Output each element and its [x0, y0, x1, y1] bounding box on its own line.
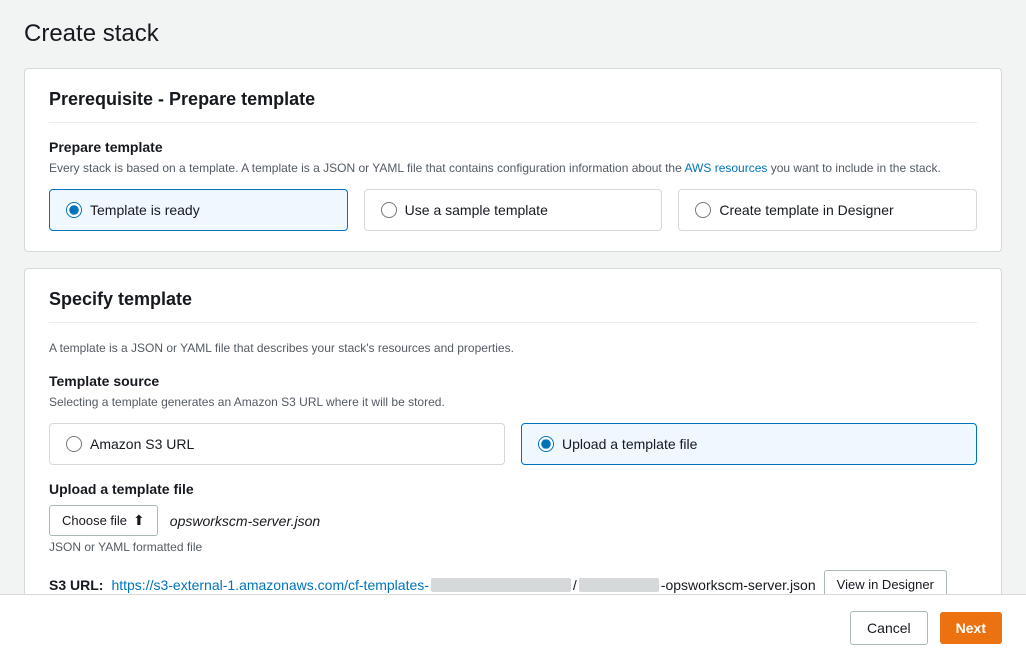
next-button[interactable]: Next [940, 612, 1002, 644]
option-upload-file[interactable]: Upload a template file [521, 423, 977, 465]
upload-label: Upload a template file [49, 481, 977, 497]
cancel-button[interactable]: Cancel [850, 611, 928, 645]
option-template-ready[interactable]: Template is ready [49, 189, 348, 231]
radio-designer-template[interactable] [695, 202, 711, 218]
option-designer-template[interactable]: Create template in Designer [678, 189, 977, 231]
s3-url-redacted-2 [579, 578, 659, 592]
choose-file-label: Choose file [62, 513, 127, 528]
prepare-template-label: Prepare template [49, 139, 977, 155]
option-s3-url-label: Amazon S3 URL [90, 436, 194, 452]
upload-section: Upload a template file Choose file ⬆ ops… [49, 481, 977, 554]
source-options: Amazon S3 URL Upload a template file [49, 423, 977, 465]
radio-upload-file[interactable] [538, 436, 554, 452]
option-s3-url[interactable]: Amazon S3 URL [49, 423, 505, 465]
prepare-template-desc: Every stack is based on a template. A te… [49, 159, 977, 177]
radio-sample-template[interactable] [381, 202, 397, 218]
option-template-ready-label: Template is ready [90, 202, 200, 218]
radio-template-ready[interactable] [66, 202, 82, 218]
aws-resources-link[interactable]: AWS resources [684, 161, 767, 175]
radio-s3-url[interactable] [66, 436, 82, 452]
upload-icon: ⬆ [133, 512, 145, 529]
specify-template-section: Specify template A template is a JSON or… [24, 268, 1002, 620]
s3-url-label: S3 URL: [49, 577, 103, 593]
prerequisite-title: Prerequisite - Prepare template [49, 89, 977, 123]
template-source-desc: Selecting a template generates an Amazon… [49, 393, 977, 411]
option-sample-template-label: Use a sample template [405, 202, 548, 218]
s3-url-suffix: -opsworkscm-server.json [661, 577, 816, 593]
template-source-label: Template source [49, 373, 977, 389]
choose-file-button[interactable]: Choose file ⬆ [49, 505, 158, 536]
file-hint: JSON or YAML formatted file [49, 540, 977, 554]
option-upload-file-label: Upload a template file [562, 436, 697, 452]
page-title: Create stack [24, 20, 1002, 48]
file-name: opsworkscm-server.json [170, 513, 320, 529]
prepare-template-options: Template is ready Use a sample template … [49, 189, 977, 231]
option-designer-template-label: Create template in Designer [719, 202, 893, 218]
s3-url-link[interactable]: https://s3-external-1.amazonaws.com/cf-t… [111, 577, 428, 593]
upload-row: Choose file ⬆ opsworkscm-server.json [49, 505, 977, 536]
specify-template-title: Specify template [49, 289, 977, 323]
footer: Cancel Next [0, 594, 1026, 661]
specify-template-desc: A template is a JSON or YAML file that d… [49, 339, 977, 357]
s3-url-redacted-1 [431, 578, 571, 592]
prerequisite-section: Prerequisite - Prepare template Prepare … [24, 68, 1002, 252]
s3-url-value: https://s3-external-1.amazonaws.com/cf-t… [111, 577, 815, 593]
option-sample-template[interactable]: Use a sample template [364, 189, 663, 231]
